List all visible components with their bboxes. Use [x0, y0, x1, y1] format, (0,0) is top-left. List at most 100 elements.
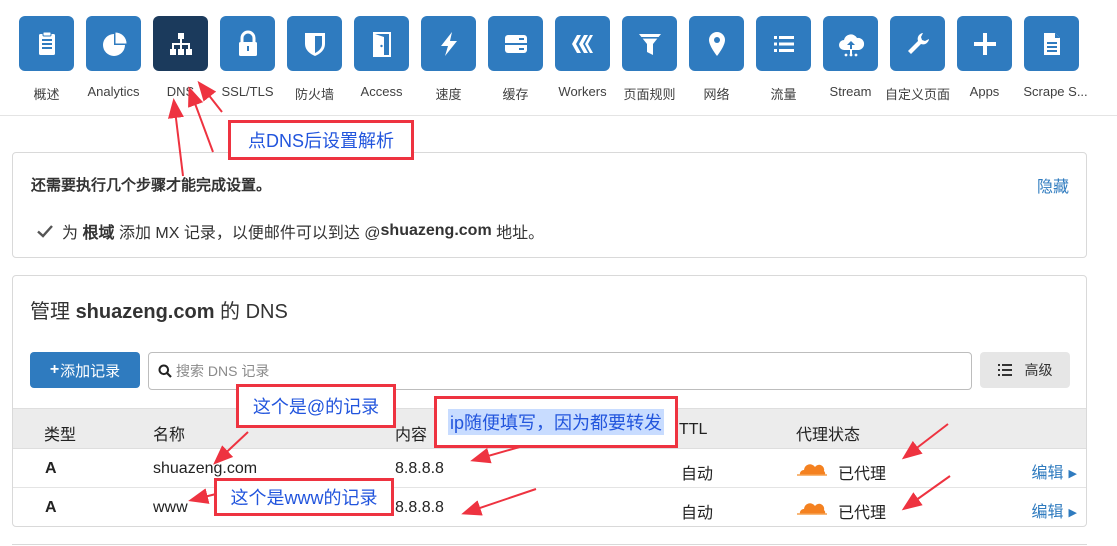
hide-link[interactable]: 隐藏 — [1037, 173, 1069, 197]
step-text-domain: shuazeng.com — [380, 222, 492, 239]
annotation-ip-hint: ip随便填写，因为都要转发 — [434, 396, 678, 448]
lightning-icon — [440, 31, 457, 56]
nav-label: DNS — [166, 84, 195, 99]
step-text-post: 地址。 — [496, 225, 545, 242]
nav-label: 流量 — [770, 87, 797, 102]
edit-record-link[interactable]: 编辑 ▶ — [1032, 498, 1077, 522]
edit-label: 编辑 — [1031, 504, 1064, 521]
nav-tile — [19, 16, 74, 71]
nav-tile — [421, 16, 476, 71]
column-name[interactable]: 名称 — [153, 421, 185, 445]
list-filter-icon — [997, 364, 1012, 376]
cloud-upload-icon — [838, 33, 864, 56]
nav-tile — [86, 16, 141, 71]
lock-icon — [238, 30, 257, 56]
caret-right-icon: ▶ — [1068, 468, 1077, 480]
nav-label: 缓存 — [502, 87, 529, 102]
nav-item-custom-pages[interactable]: 自定义页面 — [885, 16, 958, 106]
clipboard-icon — [38, 31, 55, 55]
nav-label: 页面规则 — [623, 87, 676, 102]
nav-tile — [1024, 16, 1079, 71]
record-proxy-status: 已代理 — [838, 466, 887, 483]
page-title: 管理 shuazeng.com 的 DNS — [30, 295, 288, 324]
record-name: shuazeng.com — [153, 460, 258, 477]
column-type[interactable]: 类型 — [44, 421, 76, 445]
document-icon — [1043, 32, 1060, 55]
nav-item-speed[interactable]: 速度 — [421, 16, 489, 106]
workers-icon — [571, 34, 593, 53]
column-content[interactable]: 内容 — [395, 421, 427, 445]
filter-icon — [638, 33, 661, 55]
record-ttl: 自动 — [681, 466, 714, 483]
edit-record-link[interactable]: 编辑 ▶ — [1032, 459, 1077, 483]
door-icon — [372, 31, 391, 57]
record-content: 8.8.8.8 — [395, 460, 444, 477]
wrench-icon — [907, 32, 929, 54]
record-type: A — [45, 460, 57, 477]
setup-notice-card: 还需要执行几个步骤才能完成设置。 隐藏 为 根域 添加 MX 记录，以便邮件可以… — [12, 152, 1087, 258]
nav-label: 概述 — [33, 87, 60, 102]
table-row[interactable]: A www 8.8.8.8 自动 已代理 编辑 ▶ — [13, 488, 1086, 527]
annotation-www-record: 这个是www的记录 — [214, 478, 394, 516]
step-text-root: 根域 — [82, 225, 115, 242]
nav-label: 网络 — [703, 87, 730, 102]
record-content: 8.8.8.8 — [395, 499, 444, 516]
nav-tile — [756, 16, 811, 71]
nav-item-access[interactable]: Access — [354, 16, 422, 106]
title-post: 的 DNS — [220, 301, 288, 323]
list-icon — [773, 35, 794, 52]
location-pin-icon — [708, 31, 725, 56]
nav-tile — [823, 16, 878, 71]
proxied-cloud-icon[interactable] — [797, 462, 827, 476]
record-name: www — [153, 499, 188, 516]
step-text-mid: 添加 MX 记录，以便邮件可以到达 @ — [118, 225, 381, 242]
title-pre: 管理 — [30, 301, 70, 323]
nav-label: Access — [360, 84, 403, 99]
search-icon — [158, 364, 172, 378]
column-ttl[interactable]: TTL — [679, 421, 707, 439]
nav-item-network[interactable]: 网络 — [689, 16, 757, 106]
caret-right-icon: ▶ — [1068, 507, 1077, 519]
record-proxy-status: 已代理 — [838, 505, 887, 522]
plus-icon — [973, 32, 996, 55]
nav-tile — [287, 16, 342, 71]
nav-label: Analytics — [87, 84, 140, 99]
nav-divider — [0, 115, 1117, 116]
nav-item-analytics[interactable]: Analytics — [86, 16, 154, 106]
add-record-button[interactable]: + 添加记录 — [30, 352, 140, 388]
nav-item-apps[interactable]: Apps — [957, 16, 1025, 106]
annotation-ip-hint-text: ip随便填写，因为都要转发 — [447, 409, 664, 435]
advanced-button[interactable]: 高级 — [980, 352, 1070, 388]
add-record-label: 添加记录 — [60, 362, 121, 380]
check-icon — [37, 225, 53, 238]
nav-tile — [153, 16, 208, 71]
nav-label: Scrape S... — [1023, 84, 1088, 99]
search-input[interactable] — [176, 363, 956, 379]
nav-label: 速度 — [435, 87, 462, 102]
annotation-dns-hint: 点DNS后设置解析 — [228, 120, 414, 160]
column-proxy-status[interactable]: 代理状态 — [796, 421, 860, 445]
step-text-pre: 为 — [62, 225, 79, 242]
nav-tile — [555, 16, 610, 71]
nav-item-scrape-shield[interactable]: Scrape S... — [1023, 16, 1092, 106]
next-card-edge — [12, 544, 1087, 545]
plus-icon: + — [49, 361, 60, 378]
edit-label: 编辑 — [1031, 465, 1064, 482]
nav-tile — [622, 16, 677, 71]
setup-step: 为 根域 添加 MX 记录，以便邮件可以到达 @ shuazeng.com 地址。 — [37, 219, 544, 243]
record-type: A — [45, 499, 57, 516]
nav-tile — [890, 16, 945, 71]
table-row[interactable]: A shuazeng.com 8.8.8.8 自动 已代理 编辑 ▶ — [13, 449, 1086, 488]
nav-tile — [354, 16, 409, 71]
nav-label: Apps — [969, 84, 1000, 99]
nav-tile — [689, 16, 744, 71]
top-navigation: 概述 Analytics DNS SSL/TLS 防火墙 Access 速度 缓… — [0, 0, 1117, 112]
annotation-at-record: 这个是@的记录 — [236, 384, 396, 428]
server-icon — [504, 34, 527, 53]
nav-item-page-rules[interactable]: 页面规则 — [622, 16, 690, 106]
proxied-cloud-icon[interactable] — [797, 501, 827, 515]
nav-tile — [957, 16, 1012, 71]
setup-title: 还需要执行几个步骤才能完成设置。 — [31, 177, 272, 194]
shield-icon — [304, 32, 325, 56]
nav-tile — [220, 16, 275, 71]
